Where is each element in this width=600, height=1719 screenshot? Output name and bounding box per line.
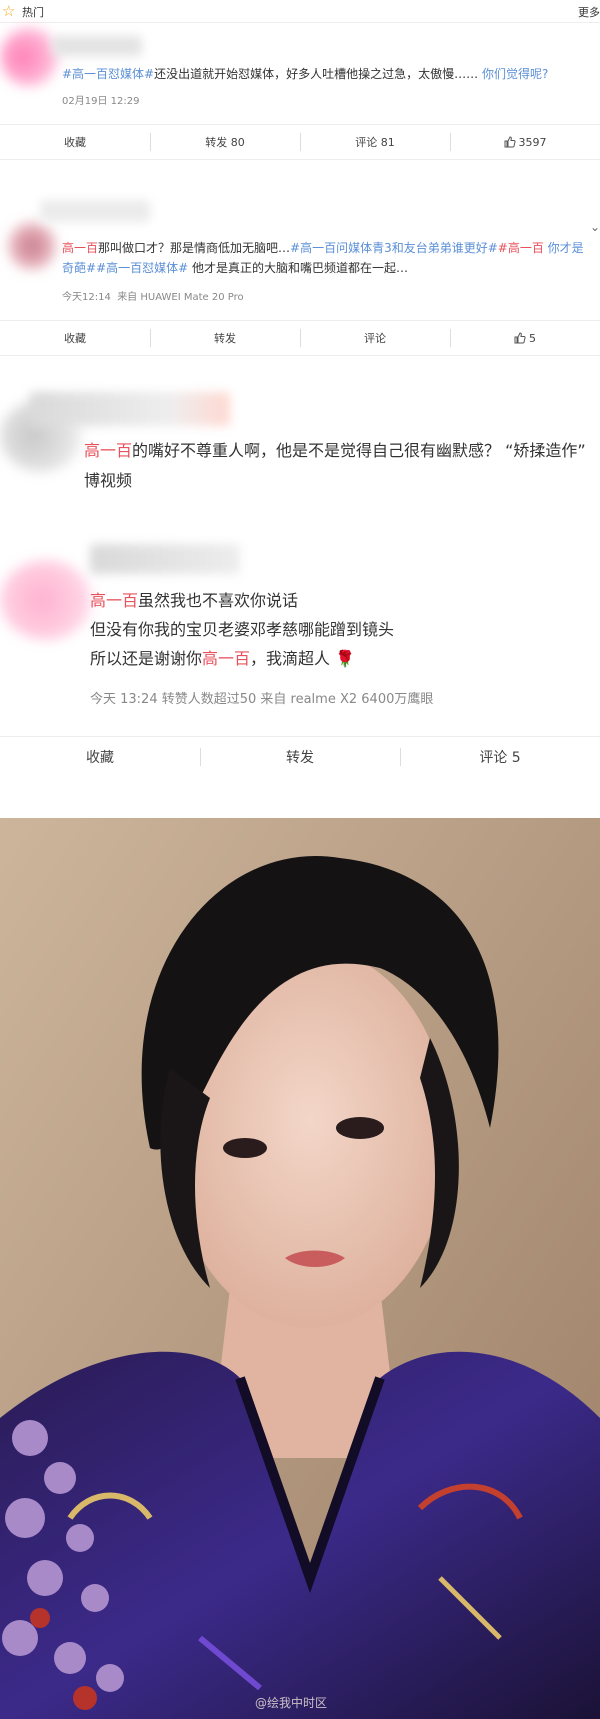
post3-text: 高一百的嘴好不尊重人啊，他是不是觉得自己很有幽默感？ “矫揉造作”	[84, 441, 586, 460]
hashtag[interactable]: #高一百问媒体青3和友台弟弟谁更好#	[290, 241, 498, 255]
post4-line2: 但没有你我的宝贝老婆邓孝慈哪能蹭到镜头	[90, 620, 395, 639]
avatar[interactable]	[0, 28, 58, 86]
question-link[interactable]: 你们觉得呢?	[482, 67, 548, 81]
like-button[interactable]: 5	[450, 329, 600, 347]
username-blurred[interactable]	[90, 544, 240, 574]
username-blurred[interactable]	[52, 36, 142, 56]
post1-actionbar: 收藏 转发 80 评论 81 3597	[0, 124, 600, 160]
collect-button[interactable]: 收藏	[0, 747, 200, 767]
avatar[interactable]	[8, 222, 56, 270]
comment-button[interactable]: 评论 81	[300, 133, 450, 151]
hashtag[interactable]: #高一百怼媒体#	[96, 261, 188, 275]
post1-text: #高一百怼媒体#还没出道就开始怼媒体，好多人吐槽他操之过急，太傲慢…… 你们觉得…	[62, 67, 549, 81]
collect-button[interactable]: 收藏	[0, 330, 150, 346]
hashtag[interactable]: #高一百	[498, 241, 544, 255]
collect-button[interactable]: 收藏	[0, 134, 150, 150]
like-count: 5	[529, 331, 536, 345]
comment-button[interactable]: 评论	[300, 329, 450, 347]
post2-text: 高一百那叫做口才？那是情商低加无脑吧…#高一百问媒体青3和友台弟弟谁更好##高一…	[62, 241, 584, 275]
like-button[interactable]: 3597	[450, 133, 600, 151]
hot-label: 热门	[22, 6, 44, 19]
like-count: 3597	[518, 135, 547, 149]
post4-line1: 高一百虽然我也不喜欢你说话	[90, 591, 299, 610]
hashtag[interactable]: #高一百怼媒体#	[62, 67, 154, 81]
repost-button[interactable]: 转发 80	[150, 133, 300, 151]
chevron-down-icon[interactable]: ⌄	[590, 220, 600, 234]
rose-icon: 🌹	[335, 649, 356, 668]
post4-actionbar: 收藏 转发 评论 5	[0, 736, 600, 777]
mention-name[interactable]: 高一百	[84, 441, 132, 460]
mention-name[interactable]: 高一百	[62, 241, 98, 255]
portrait-illustration	[0, 818, 600, 1719]
repost-button[interactable]: 转发	[200, 747, 400, 767]
watermark: @绘我中时区	[255, 1696, 328, 1710]
repost-button[interactable]: 转发	[150, 329, 300, 347]
post4-text: 高一百虽然我也不喜欢你说话 但没有你我的宝贝老婆邓孝慈哪能蹭到镜头 所以还是谢谢…	[90, 586, 596, 673]
username-blurred[interactable]	[40, 200, 150, 222]
post4-line3: 所以还是谢谢你高一百，我滴超人 🌹	[90, 649, 356, 668]
mention-name[interactable]: 高一百	[202, 649, 250, 668]
avatar[interactable]	[0, 560, 92, 640]
thumb-up-icon	[514, 331, 526, 343]
username-blurred[interactable]	[30, 392, 230, 426]
comment-button[interactable]: 评论 5	[400, 747, 600, 767]
more-link[interactable]: 更多	[578, 4, 600, 20]
portrait-photo: @绘我中时区	[0, 818, 600, 1719]
mention-name[interactable]: 高一百	[90, 591, 138, 610]
video-link[interactable]: 博视频	[84, 466, 132, 495]
post4-meta: 今天 13:24 转赞人数超过50 来自 realme X2 6400万鹰眼	[90, 692, 434, 707]
hot-header: ☆ 热门 更多	[0, 0, 600, 23]
thumb-up-icon	[504, 135, 516, 147]
post1-time: 02月19日 12:29	[62, 96, 140, 107]
post2-actionbar: 收藏 转发 评论 5	[0, 320, 600, 356]
star-icon: ☆	[2, 2, 16, 20]
post2-meta: 今天12:14 来自 HUAWEI Mate 20 Pro	[62, 292, 244, 303]
